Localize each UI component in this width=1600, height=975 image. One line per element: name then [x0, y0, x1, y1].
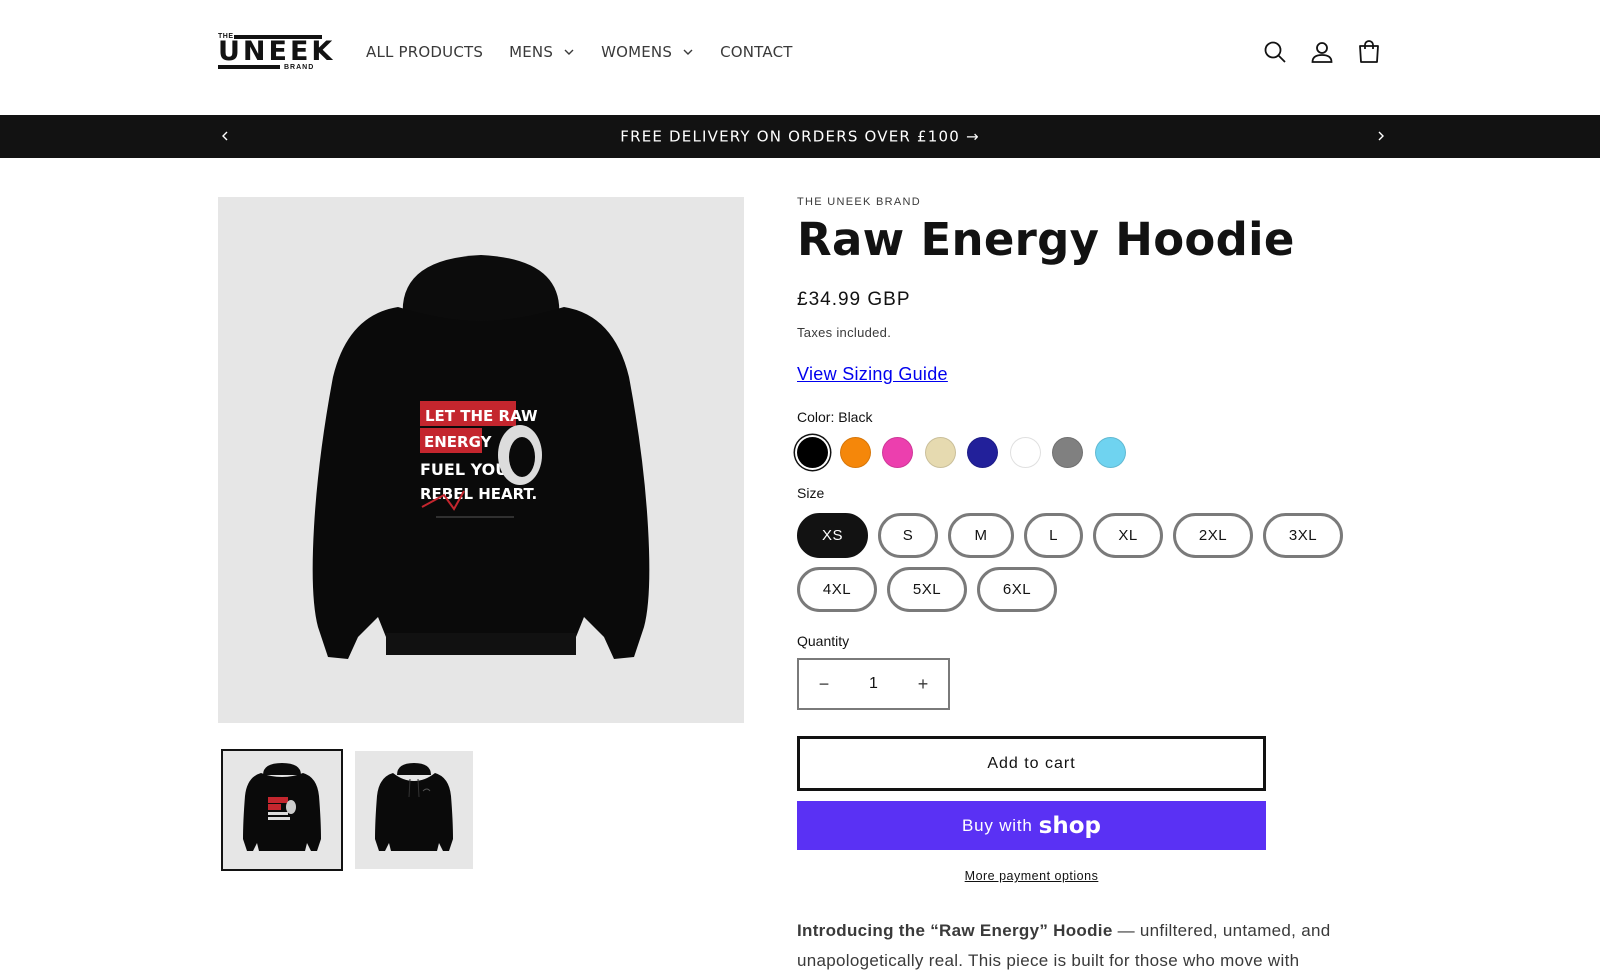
- main-nav: ALL PRODUCTS MENS WOMENS CONTACT: [366, 43, 819, 61]
- color-swatches: [797, 437, 1137, 468]
- nav-label: ALL PRODUCTS: [366, 43, 484, 61]
- size-option-3xl[interactable]: 3XL: [1263, 513, 1343, 558]
- nav-all-products[interactable]: ALL PRODUCTS: [366, 43, 483, 61]
- logo-word: UNEEK: [218, 36, 336, 67]
- shop-logo-text: shop: [1038, 812, 1101, 839]
- product-thumbnail-1[interactable]: [221, 749, 343, 871]
- quantity-decrease-button[interactable]: −: [799, 660, 849, 708]
- product-main-image[interactable]: LET THE RAW ENERGY FUEL YOUR REBEL HEART…: [218, 197, 744, 723]
- add-to-cart-label: Add to cart: [987, 754, 1076, 772]
- site-header: THE UNEEK BRAND ALL PRODUCTS MENS WOMENS…: [0, 0, 1600, 115]
- nav-label: WOMENS: [601, 43, 673, 61]
- product-thumbnail-2[interactable]: [355, 751, 473, 869]
- swatch-navy[interactable]: [967, 437, 998, 468]
- cart-button[interactable]: [1356, 38, 1382, 66]
- quantity-label: Quantity: [797, 633, 850, 649]
- swatch-sky-blue[interactable]: [1094, 437, 1126, 468]
- quantity-increase-button[interactable]: +: [898, 660, 948, 708]
- nav-label: CONTACT: [720, 43, 793, 61]
- size-option-m[interactable]: M: [948, 513, 1014, 558]
- buy-with-shop-button[interactable]: Buy with shop: [797, 801, 1266, 850]
- swatch-grey[interactable]: [1052, 437, 1083, 468]
- hoodie-back-image: LET THE RAW ENERGY FUEL YOUR REBEL HEART…: [312, 255, 650, 659]
- sizing-guide-link[interactable]: View Sizing Guide: [797, 364, 948, 385]
- nav-mens[interactable]: MENS: [509, 43, 575, 61]
- logo-bar-bottom: [218, 65, 280, 69]
- hoodie-back-thumbnail: [243, 763, 321, 851]
- size-option-4xl[interactable]: 4XL: [797, 567, 877, 612]
- tax-note: Taxes included.: [797, 325, 892, 340]
- size-option-2xl[interactable]: 2XL: [1173, 513, 1253, 558]
- search-button[interactable]: [1262, 38, 1288, 66]
- add-to-cart-button[interactable]: Add to cart: [797, 736, 1266, 791]
- account-button[interactable]: [1309, 38, 1335, 66]
- quantity-stepper: − 1 +: [797, 658, 950, 710]
- swatch-sand[interactable]: [924, 437, 956, 468]
- size-options: XS S M L XL 2XL 3XL 4XL 5XL 6XL: [797, 513, 1357, 621]
- size-option-xl[interactable]: XL: [1093, 513, 1163, 558]
- size-option-l[interactable]: L: [1024, 513, 1083, 558]
- product-price: £34.99 GBP: [797, 289, 911, 310]
- size-option-s[interactable]: S: [878, 513, 938, 558]
- swatch-orange[interactable]: [839, 437, 871, 468]
- brand-logo[interactable]: THE UNEEK BRAND: [218, 33, 332, 73]
- product-title: Raw Energy Hoodie: [797, 213, 1295, 266]
- cart-icon: [1359, 40, 1379, 63]
- print-line-1: LET THE RAW: [425, 407, 538, 425]
- chevron-right-icon[interactable]: [1374, 128, 1388, 144]
- logo-brand-text: BRAND: [284, 64, 315, 71]
- arrow-right-icon: →: [965, 127, 980, 146]
- swatch-pink[interactable]: [882, 437, 913, 468]
- announcement-bar: FREE DELIVERY ON ORDERS OVER £100 →: [0, 115, 1600, 158]
- swatch-white[interactable]: [1009, 437, 1041, 468]
- header-icons: [1262, 38, 1403, 66]
- announcement-link[interactable]: FREE DELIVERY ON ORDERS OVER £100 →: [0, 127, 1600, 146]
- hoodie-front-thumbnail: [375, 763, 453, 851]
- account-icon: [1311, 42, 1333, 63]
- buy-with-label: Buy with: [962, 815, 1033, 835]
- product-vendor: THE UNEEK BRAND: [797, 196, 922, 208]
- nav-contact[interactable]: CONTACT: [720, 43, 793, 61]
- more-payment-options-link[interactable]: More payment options: [797, 869, 1266, 883]
- nav-womens[interactable]: WOMENS: [601, 43, 694, 61]
- nav-label: MENS: [509, 43, 554, 61]
- product-description: Introducing the “Raw Energy” Hoodie — un…: [797, 916, 1337, 975]
- size-option-xs[interactable]: XS: [797, 513, 868, 558]
- chevron-down-icon: [564, 49, 574, 55]
- size-option-6xl[interactable]: 6XL: [977, 567, 1057, 612]
- chevron-down-icon: [683, 49, 693, 55]
- swatch-black[interactable]: [797, 437, 828, 468]
- size-label: Size: [797, 485, 825, 501]
- quantity-input[interactable]: 1: [849, 675, 898, 693]
- size-option-5xl[interactable]: 5XL: [887, 567, 967, 612]
- print-line-2: ENERGY: [424, 433, 493, 451]
- search-icon: [1264, 41, 1286, 63]
- color-label: Color: Black: [797, 409, 873, 425]
- description-lead: Introducing the “Raw Energy” Hoodie: [797, 921, 1113, 940]
- announcement-text: FREE DELIVERY ON ORDERS OVER £100: [620, 127, 960, 146]
- print-line-4: REBEL HEART.: [420, 485, 537, 503]
